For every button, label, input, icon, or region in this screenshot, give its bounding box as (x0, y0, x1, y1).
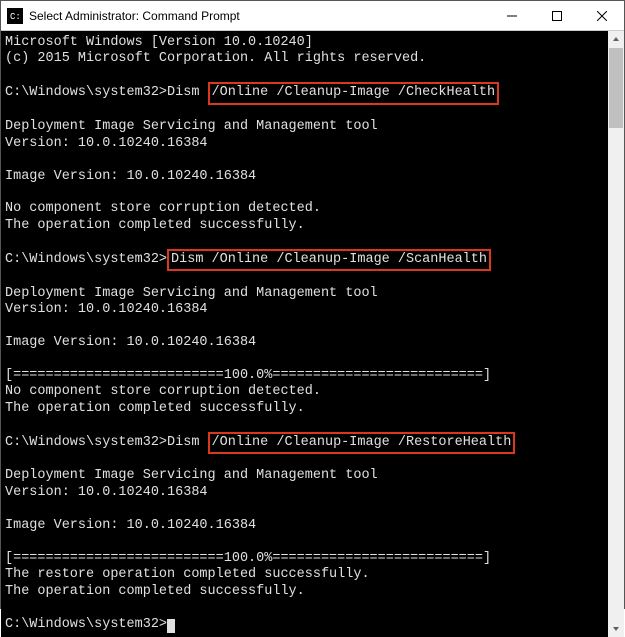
blank-line (5, 351, 13, 366)
blank-line (5, 417, 13, 432)
blank-line (5, 185, 13, 200)
svg-text:C:\: C:\ (10, 12, 21, 22)
text-line: The restore operation completed successf… (5, 567, 370, 582)
prompt-text: C:\Windows\system32> (5, 252, 167, 267)
close-button[interactable] (579, 1, 624, 31)
text-line: Version: 10.0.10240.16384 (5, 136, 208, 151)
prompt-text: C:\Windows\system32> (5, 617, 167, 632)
window-controls (489, 1, 624, 31)
progress-bar: [==========================100.0%=======… (5, 551, 491, 566)
text-line: Microsoft Windows [Version 10.0.10240] (5, 35, 313, 50)
window-title: Select Administrator: Command Prompt (29, 9, 489, 23)
terminal-area: Microsoft Windows [Version 10.0.10240] (… (1, 31, 624, 637)
text-line: Version: 10.0.10240.16384 (5, 485, 208, 500)
vertical-scrollbar[interactable] (608, 31, 624, 637)
blank-line (5, 269, 13, 284)
text-line: Image Version: 10.0.10240.16384 (5, 169, 256, 184)
blank-line (5, 534, 13, 549)
text-line: The operation completed successfully. (5, 218, 305, 233)
prompt-text: C:\Windows\system32>Dism (5, 85, 208, 100)
highlight-restorehealth: /Online /Cleanup-Image /RestoreHealth (208, 432, 516, 454)
blank-line (5, 103, 13, 118)
scroll-up-button[interactable] (608, 31, 624, 47)
maximize-button[interactable] (534, 1, 579, 31)
text-line: The operation completed successfully. (5, 584, 305, 599)
blank-line (5, 452, 13, 467)
highlight-checkhealth: /Online /Cleanup-Image /CheckHealth (208, 82, 500, 104)
text-line: Image Version: 10.0.10240.16384 (5, 335, 256, 350)
terminal-output[interactable]: Microsoft Windows [Version 10.0.10240] (… (1, 31, 608, 637)
blank-line (5, 318, 13, 333)
text-line: Version: 10.0.10240.16384 (5, 302, 208, 317)
text-line: No component store corruption detected. (5, 384, 321, 399)
cmd-icon: C:\ (7, 8, 23, 24)
scroll-thumb[interactable] (609, 48, 623, 128)
blank-line (5, 501, 13, 516)
scroll-down-button[interactable] (608, 621, 624, 637)
text-line: The operation completed successfully. (5, 401, 305, 416)
text-line: No component store corruption detected. (5, 201, 321, 216)
text-line: Deployment Image Servicing and Managemen… (5, 468, 378, 483)
command-prompt-window: C:\ Select Administrator: Command Prompt… (0, 0, 625, 609)
progress-bar: [==========================100.0%=======… (5, 368, 491, 383)
text-line: (c) 2015 Microsoft Corporation. All righ… (5, 51, 426, 66)
highlight-scanhealth: Dism /Online /Cleanup-Image /ScanHealth (167, 249, 491, 271)
blank-line (5, 234, 13, 249)
blank-line (5, 600, 13, 615)
text-line: Image Version: 10.0.10240.16384 (5, 518, 256, 533)
blank-line (5, 68, 13, 83)
prompt-text: C:\Windows\system32>Dism (5, 435, 208, 450)
text-line: Deployment Image Servicing and Managemen… (5, 286, 378, 301)
text-cursor (167, 619, 175, 633)
text-line: Deployment Image Servicing and Managemen… (5, 119, 378, 134)
minimize-button[interactable] (489, 1, 534, 31)
blank-line (5, 152, 13, 167)
titlebar[interactable]: C:\ Select Administrator: Command Prompt (1, 1, 624, 31)
